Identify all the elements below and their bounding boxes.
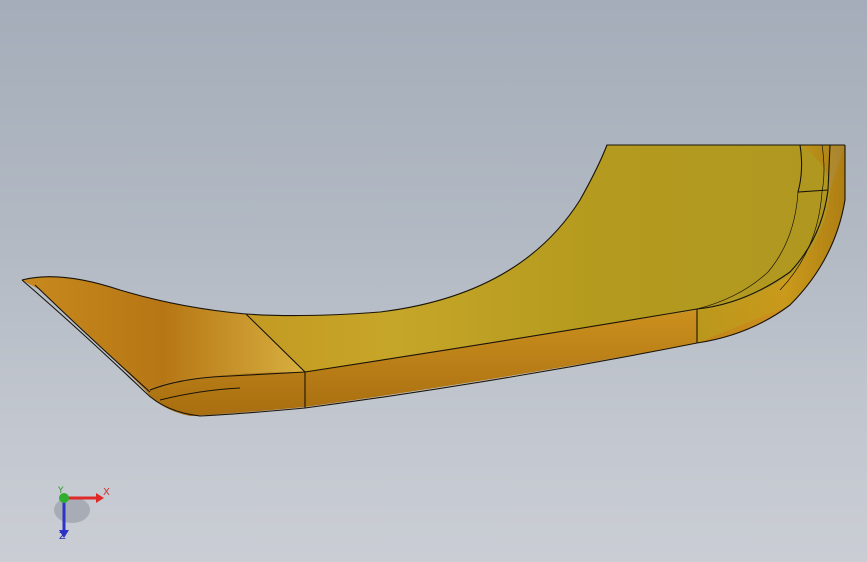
x-axis-label: X (103, 487, 110, 498)
z-axis-label: Z (59, 531, 66, 542)
graphics-viewport[interactable]: X Y Z (0, 0, 867, 562)
triad-graphic (54, 493, 104, 538)
triad-shadow (54, 497, 90, 523)
model-view[interactable] (0, 0, 867, 562)
y-axis-label: Y (58, 486, 64, 496)
orientation-triad: X Y Z (44, 482, 124, 552)
